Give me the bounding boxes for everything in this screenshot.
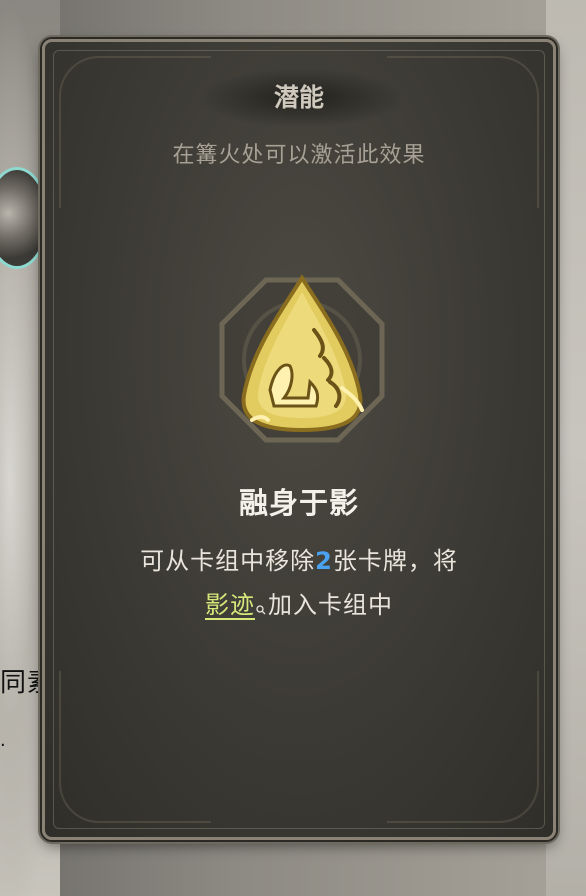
keyword-link-shadow-trace[interactable]: 影迹 (205, 591, 255, 619)
ornament-bottom-right (387, 671, 539, 823)
description-line-2: 影迹 加入卡组中 (45, 583, 553, 627)
description-text: 加入卡组中 (268, 591, 393, 619)
background-partial-mark: . (0, 730, 6, 751)
card-subtitle: 在篝火处可以激活此效果 (172, 143, 426, 168)
description-line-1: 可从卡组中移除2张卡牌，将 (45, 539, 553, 583)
ornament-bottom-left (59, 671, 211, 823)
potential-card: 潜能 在篝火处可以激活此效果 融身于影 可从卡组中移除2张卡牌，将 影迹 加入卡组… (42, 39, 556, 840)
description-text: 可从卡组中移除 (140, 547, 316, 575)
ability-description: 可从卡组中移除2张卡牌，将 影迹 加入卡组中 (45, 539, 553, 627)
golden-shadow-rune-icon (212, 270, 392, 450)
ability-name: 融身于影 (238, 486, 359, 520)
card-title: 潜能 (273, 83, 324, 112)
description-text: 张卡牌，将 (332, 547, 458, 575)
magnifier-icon (256, 605, 266, 615)
card-count-number: 2 (315, 547, 333, 575)
